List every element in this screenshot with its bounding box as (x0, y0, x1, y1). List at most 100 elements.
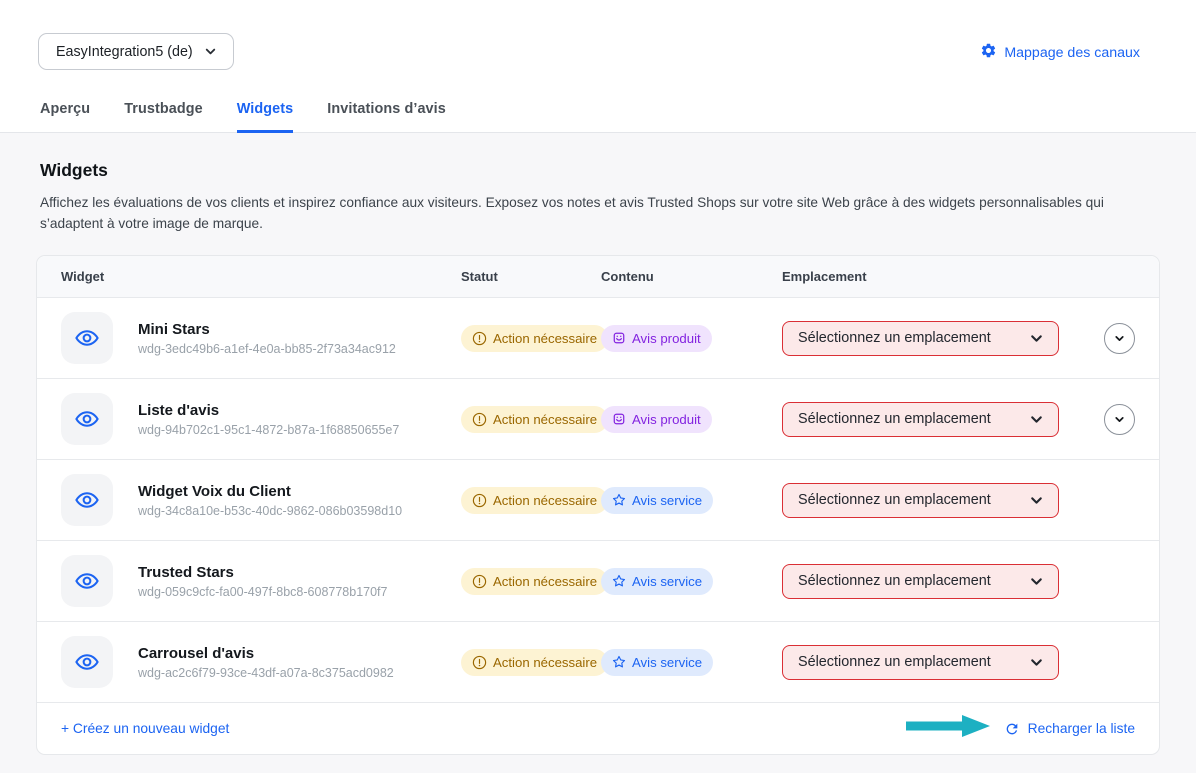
chevron-down-icon (1028, 411, 1045, 428)
placement-select[interactable]: Sélectionnez un emplacement (782, 645, 1059, 680)
placement-value: Sélectionnez un emplacement (798, 411, 991, 427)
eye-icon (74, 649, 100, 675)
table-row: Liste d'avis wdg-94b702c1-95c1-4872-b87a… (37, 379, 1159, 460)
content-badge: Avis produit (601, 325, 712, 352)
status-label: Action nécessaire (493, 493, 597, 508)
content-label: Avis produit (632, 331, 701, 346)
content-badge: Avis produit (601, 406, 712, 433)
content-label: Avis produit (632, 412, 701, 427)
create-widget-link[interactable]: + Créez un nouveau widget (61, 721, 229, 736)
alert-circle-icon (472, 412, 487, 427)
tab-trustbadge[interactable]: Trustbadge (124, 101, 203, 133)
preview-widget-button[interactable] (61, 312, 113, 364)
placement-select[interactable]: Sélectionnez un emplacement (782, 402, 1059, 437)
preview-widget-button[interactable] (61, 474, 113, 526)
shop-selector-value: EasyIntegration5 (de) (56, 44, 193, 60)
eye-icon (74, 487, 100, 513)
chevron-down-icon (1113, 332, 1126, 345)
preview-widget-button[interactable] (61, 555, 113, 607)
table-body: Mini Stars wdg-3edc49b6-a1ef-4e0a-bb85-2… (37, 298, 1159, 703)
content-badge: Avis service (601, 649, 713, 676)
content-label: Avis service (632, 493, 702, 508)
widget-id: wdg-3edc49b6-a1ef-4e0a-bb85-2f73a34ac912 (138, 342, 396, 356)
main-content: Widgets Affichez les évaluations de vos … (0, 133, 1196, 755)
table-row: Widget Voix du Client wdg-34c8a10e-b53c-… (37, 460, 1159, 541)
widget-id: wdg-94b702c1-95c1-4872-b87a-1f68850655e7 (138, 423, 399, 437)
column-header-emplacement: Emplacement (782, 269, 1104, 284)
widget-name: Trusted Stars (138, 564, 387, 581)
content-badge: Avis service (601, 487, 713, 514)
status-badge: Action nécessaire (461, 406, 608, 433)
create-widget-label: + Créez un nouveau widget (61, 721, 229, 736)
placement-value: Sélectionnez un emplacement (798, 330, 991, 346)
alert-circle-icon (472, 574, 487, 589)
table-row: Mini Stars wdg-3edc49b6-a1ef-4e0a-bb85-2… (37, 298, 1159, 379)
column-header-statut: Statut (461, 269, 601, 284)
placement-select[interactable]: Sélectionnez un emplacement (782, 483, 1059, 518)
reload-list-label: Recharger la liste (1028, 721, 1135, 736)
channel-mapping-link[interactable]: Mappage des canaux (980, 42, 1140, 63)
expand-row-button[interactable] (1104, 404, 1135, 435)
chevron-down-icon (1028, 330, 1045, 347)
widget-id: wdg-34c8a10e-b53c-40dc-9862-086b03598d10 (138, 504, 402, 518)
tab-widgets[interactable]: Widgets (237, 101, 294, 133)
widget-name: Mini Stars (138, 321, 396, 338)
gear-icon (980, 42, 997, 63)
alert-circle-icon (472, 493, 487, 508)
widget-id: wdg-ac2c6f79-93ce-43df-a07a-8c375acd0982 (138, 666, 394, 680)
eye-icon (74, 406, 100, 432)
service-review-icon (612, 655, 626, 669)
product-review-icon (612, 331, 626, 345)
column-header-widget: Widget (61, 269, 461, 284)
content-label: Avis service (632, 574, 702, 589)
widget-id: wdg-059c9cfc-fa00-497f-8bc8-608778b170f7 (138, 585, 387, 599)
expand-row-button[interactable] (1104, 323, 1135, 354)
status-label: Action nécessaire (493, 412, 597, 427)
chevron-down-icon (1113, 413, 1126, 426)
page-description: Affichez les évaluations de vos clients … (40, 192, 1160, 234)
status-badge: Action nécessaire (461, 325, 608, 352)
service-review-icon (612, 493, 626, 507)
widget-name: Carrousel d'avis (138, 645, 394, 662)
content-label: Avis service (632, 655, 702, 670)
shop-selector-dropdown[interactable]: EasyIntegration5 (de) (38, 33, 234, 70)
tab-bar: Aperçu Trustbadge Widgets Invitations d’… (40, 101, 446, 133)
alert-circle-icon (472, 655, 487, 670)
tab-invitations-avis[interactable]: Invitations d’avis (327, 101, 446, 133)
placement-select[interactable]: Sélectionnez un emplacement (782, 564, 1059, 599)
product-review-icon (612, 412, 626, 426)
table-footer: + Créez un nouveau widget Recharger la l… (37, 703, 1159, 754)
tab-apercu[interactable]: Aperçu (40, 101, 90, 133)
chevron-down-icon (1028, 492, 1045, 509)
widgets-table-card: Widget Statut Contenu Emplacement Mini S… (36, 255, 1160, 755)
refresh-icon (1004, 721, 1020, 737)
status-label: Action nécessaire (493, 574, 597, 589)
chevron-down-icon (1028, 573, 1045, 590)
chevron-down-icon (1028, 654, 1045, 671)
placement-select[interactable]: Sélectionnez un emplacement (782, 321, 1059, 356)
eye-icon (74, 325, 100, 351)
reload-group: Recharger la liste (904, 711, 1135, 746)
preview-widget-button[interactable] (61, 636, 113, 688)
status-badge: Action nécessaire (461, 568, 608, 595)
chevron-down-icon (203, 44, 218, 59)
status-label: Action nécessaire (493, 655, 597, 670)
eye-icon (74, 568, 100, 594)
table-header: Widget Statut Contenu Emplacement (37, 256, 1159, 298)
widget-name: Liste d'avis (138, 402, 399, 419)
status-label: Action nécessaire (493, 331, 597, 346)
page-title: Widgets (40, 160, 1160, 181)
content-badge: Avis service (601, 568, 713, 595)
service-review-icon (612, 574, 626, 588)
widget-name: Widget Voix du Client (138, 483, 402, 500)
channel-mapping-label: Mappage des canaux (1004, 45, 1140, 61)
column-header-contenu: Contenu (601, 269, 782, 284)
reload-list-link[interactable]: Recharger la liste (1004, 721, 1135, 737)
table-row: Carrousel d'avis wdg-ac2c6f79-93ce-43df-… (37, 622, 1159, 703)
status-badge: Action nécessaire (461, 649, 608, 676)
placement-value: Sélectionnez un emplacement (798, 573, 991, 589)
topbar: EasyIntegration5 (de) Mappage des canaux… (0, 0, 1196, 133)
placement-value: Sélectionnez un emplacement (798, 492, 991, 508)
preview-widget-button[interactable] (61, 393, 113, 445)
annotation-arrow-icon (904, 711, 992, 746)
